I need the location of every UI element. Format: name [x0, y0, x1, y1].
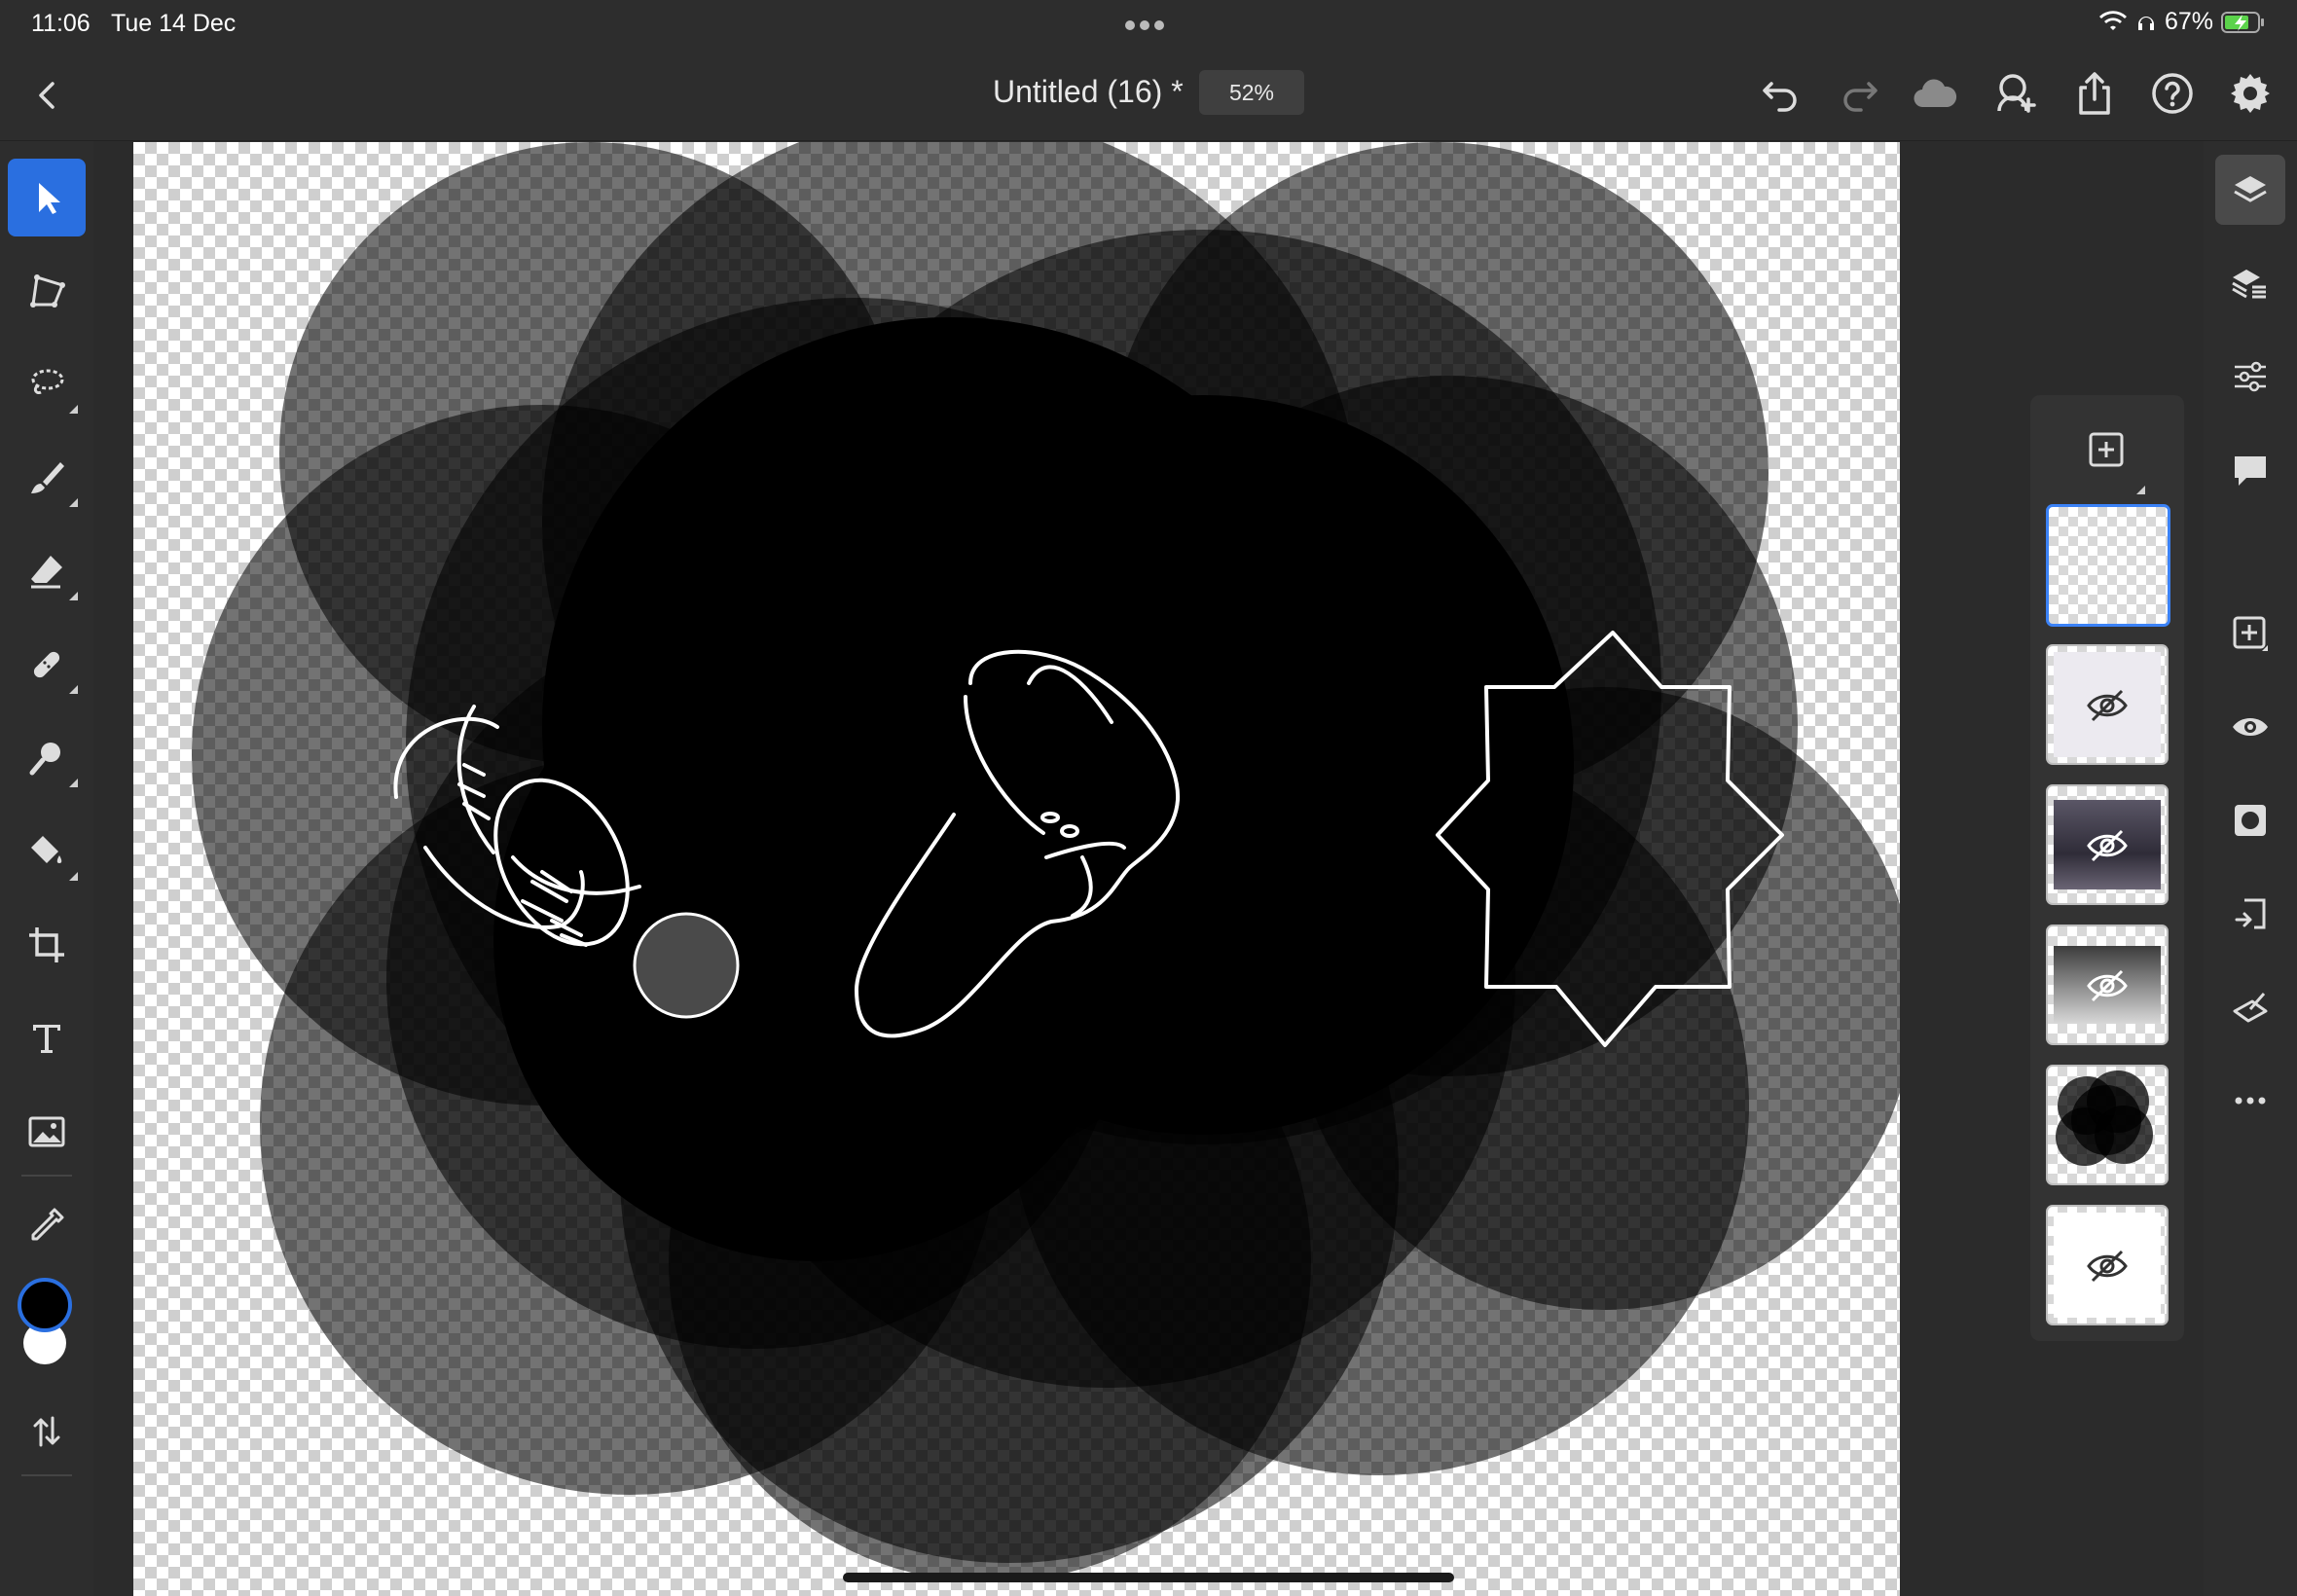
eraser-tool[interactable] — [8, 532, 86, 610]
color-swatches[interactable] — [14, 1278, 76, 1375]
cloud-icon[interactable] — [1912, 70, 1958, 117]
swap-icon — [33, 1416, 60, 1447]
visibility-button[interactable] — [2215, 692, 2285, 762]
status-bar: 11:06 Tue 14 Dec 67% — [0, 0, 2297, 47]
battery-charging-icon — [2221, 11, 2264, 33]
brush-cursor-circle — [633, 912, 740, 1019]
image-tool[interactable] — [8, 1093, 86, 1171]
blobs-preview — [2056, 1070, 2153, 1166]
eye-icon — [2233, 718, 2268, 736]
help-icon[interactable] — [2149, 70, 2196, 117]
toolbar-divider — [21, 1474, 72, 1476]
text-icon — [33, 1025, 60, 1053]
right-sidebar — [2204, 141, 2297, 1596]
status-right: 67% — [2098, 8, 2266, 36]
layer-thumbnail[interactable] — [2046, 1065, 2169, 1185]
import-icon — [2235, 898, 2266, 929]
status-date: Tue 14 Dec — [111, 10, 237, 37]
hidden-eye-icon — [2087, 689, 2128, 722]
adjustments-button[interactable] — [2215, 342, 2285, 412]
layers-icon — [2234, 176, 2267, 202]
layer-thumbnail[interactable] — [2046, 925, 2169, 1045]
add-layer-panel-button[interactable] — [2075, 418, 2145, 494]
crop-icon — [29, 927, 64, 962]
toolbar-divider — [21, 1175, 72, 1177]
more-button[interactable] — [2215, 1066, 2285, 1136]
more-icon — [2235, 1097, 2266, 1105]
clear-button[interactable] — [2215, 972, 2285, 1042]
brush-icon — [31, 462, 64, 493]
artwork — [192, 142, 1900, 1582]
hidden-eye-icon — [2087, 1250, 2128, 1283]
eyedropper-tool[interactable] — [8, 1186, 86, 1264]
import-button[interactable] — [2215, 879, 2285, 949]
layer-properties-icon — [2232, 270, 2266, 299]
wifi-icon — [2098, 10, 2127, 30]
bandage-icon — [33, 651, 60, 678]
mask-button[interactable] — [2215, 785, 2285, 855]
eraser-layer-icon — [2233, 993, 2268, 1023]
redo-icon[interactable] — [1836, 70, 1882, 117]
lasso-icon — [31, 369, 64, 394]
eyedropper-icon — [31, 1208, 64, 1241]
zoom-value: 52% — [1228, 79, 1275, 105]
select-tool[interactable] — [8, 159, 86, 236]
image-icon — [28, 1116, 65, 1147]
status-time: 11:06 — [31, 10, 91, 37]
add-layer-icon — [2089, 432, 2124, 467]
home-indicator[interactable] — [843, 1573, 1454, 1582]
layer-thumbnail[interactable] — [2046, 784, 2169, 905]
submenu-indicator — [69, 592, 78, 600]
share-icon[interactable] — [2071, 70, 2118, 117]
top-bar: Untitled (16) * 52% — [0, 47, 2297, 141]
submenu-indicator — [69, 498, 78, 507]
invite-icon[interactable] — [1991, 70, 2038, 117]
add-layer-icon — [2233, 616, 2268, 651]
fill-tool[interactable] — [8, 813, 86, 890]
smudge-tool[interactable] — [8, 719, 86, 797]
headphones-icon — [2137, 16, 2154, 30]
crop-tool[interactable] — [8, 906, 86, 984]
swap-colors-button[interactable] — [8, 1393, 86, 1470]
pointer-icon — [39, 183, 60, 214]
transform-icon — [30, 274, 65, 308]
adjustments-icon — [2235, 361, 2266, 392]
add-layer-button[interactable] — [2215, 598, 2285, 669]
comments-icon — [2235, 456, 2266, 486]
settings-icon[interactable] — [2227, 70, 2274, 117]
battery-percent: 67% — [2164, 8, 2213, 35]
smudge-icon — [29, 743, 60, 776]
back-icon[interactable] — [29, 76, 68, 115]
comments-button[interactable] — [2215, 435, 2285, 505]
layer-thumbnail[interactable] — [2046, 1205, 2169, 1325]
primary-color-swatch[interactable] — [18, 1278, 72, 1332]
layers-button[interactable] — [2215, 155, 2285, 225]
submenu-indicator — [69, 872, 78, 881]
hidden-eye-icon — [2087, 969, 2128, 1002]
healing-tool[interactable] — [8, 626, 86, 704]
zoom-level[interactable]: 52% — [1199, 70, 1304, 115]
submenu-indicator — [2136, 486, 2145, 494]
submenu-indicator — [69, 405, 78, 414]
undo-icon[interactable] — [1758, 70, 1805, 117]
transform-tool[interactable] — [8, 252, 86, 330]
lasso-tool[interactable] — [8, 345, 86, 423]
layers-panel — [2030, 395, 2184, 1341]
tool-bar — [0, 141, 93, 1596]
layer-thumbnail[interactable] — [2046, 644, 2169, 765]
submenu-indicator — [69, 779, 78, 787]
paint-bucket-icon — [31, 836, 62, 863]
document-title[interactable]: Untitled (16) * — [993, 74, 1184, 110]
multitasking-dots[interactable] — [1125, 18, 1172, 30]
eraser-icon — [31, 556, 62, 589]
layer-properties-button[interactable] — [2215, 248, 2285, 318]
artwork-canvas[interactable] — [133, 142, 1900, 1596]
brush-tool[interactable] — [8, 439, 86, 517]
submenu-indicator — [69, 685, 78, 694]
type-tool[interactable] — [8, 999, 86, 1077]
mask-icon — [2235, 805, 2266, 836]
hidden-eye-icon — [2087, 829, 2128, 862]
layer-thumbnail[interactable] — [2046, 504, 2170, 627]
